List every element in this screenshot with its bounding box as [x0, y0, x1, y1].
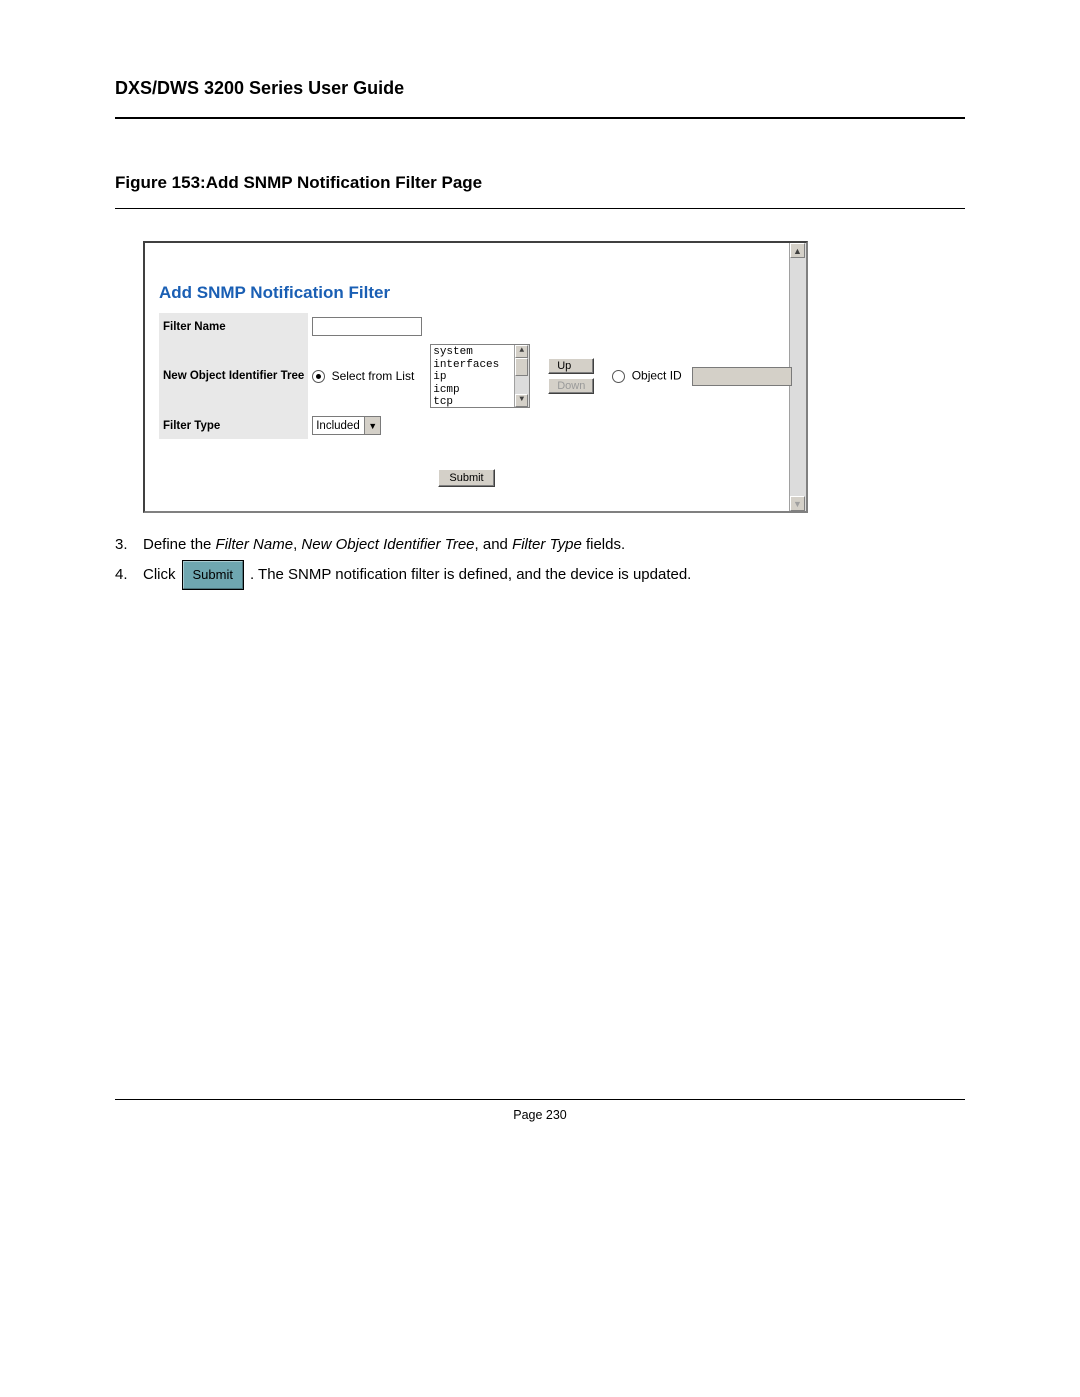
form-table: Filter Name New Object Identifier Tree S… — [159, 313, 796, 439]
field-ref: New Object Identifier Tree — [301, 536, 474, 553]
step-number: 3. — [115, 531, 143, 560]
figure-caption-text: Figure 153:Add SNMP Notification Filter … — [115, 173, 482, 192]
field-ref: Filter Name — [216, 536, 294, 553]
scroll-thumb[interactable] — [515, 358, 528, 376]
doc-header: DXS/DWS 3200 Series User Guide — [115, 0, 965, 119]
text: , and — [475, 536, 513, 553]
scroll-up-icon[interactable]: ▲ — [515, 345, 528, 358]
scroll-down-icon[interactable]: ▼ — [515, 394, 528, 407]
filter-name-input[interactable] — [312, 317, 422, 336]
screenshot-container: ▲ ▼ Add SNMP Notification Filter Filter … — [143, 241, 808, 513]
filter-type-value: Included — [316, 420, 364, 432]
submit-button[interactable]: Submit — [438, 469, 494, 487]
chevron-down-icon: ▼ — [364, 417, 380, 434]
object-id-input[interactable] — [692, 367, 792, 386]
filter-name-label: Filter Name — [159, 313, 308, 340]
instruction-item: 4. Click Submit . The SNMP notification … — [115, 560, 965, 591]
text: fields. — [582, 536, 625, 553]
step-number: 4. — [115, 561, 143, 590]
scroll-up-icon[interactable]: ▲ — [790, 243, 805, 258]
up-button[interactable]: Up — [548, 358, 594, 374]
select-from-list-radio[interactable] — [312, 370, 325, 383]
instruction-item: 3. Define the Filter Name, New Object Id… — [115, 531, 965, 560]
filter-type-select[interactable]: Included ▼ — [312, 416, 381, 435]
select-from-list-label: Select from List — [332, 369, 415, 383]
object-id-label: Object ID — [632, 368, 682, 382]
listbox-scrollbar[interactable]: ▲ ▼ — [514, 345, 529, 407]
text: Define the — [143, 536, 216, 553]
instruction-list: 3. Define the Filter Name, New Object Id… — [115, 531, 965, 590]
panel-title: Add SNMP Notification Filter — [159, 283, 390, 303]
page-footer: Page 230 — [115, 1099, 965, 1122]
field-ref: Filter Type — [512, 536, 582, 553]
text: . The SNMP notification filter is define… — [250, 561, 691, 590]
inline-submit-button-icon: Submit — [182, 560, 244, 591]
object-id-radio[interactable] — [612, 370, 625, 383]
text: Click — [143, 561, 176, 590]
dialog-panel: ▲ ▼ Add SNMP Notification Filter Filter … — [143, 241, 808, 513]
down-button[interactable]: Down — [548, 378, 594, 394]
oid-tree-label: New Object Identifier Tree — [159, 340, 308, 412]
figure-caption: Figure 153:Add SNMP Notification Filter … — [115, 173, 965, 209]
scroll-down-icon[interactable]: ▼ — [790, 496, 805, 511]
oid-listbox[interactable]: system interfaces ip icmp tcp ▲ ▼ — [430, 344, 530, 408]
doc-title: DXS/DWS 3200 Series User Guide — [115, 78, 404, 98]
filter-type-label: Filter Type — [159, 412, 308, 439]
page-number: Page 230 — [513, 1108, 567, 1122]
